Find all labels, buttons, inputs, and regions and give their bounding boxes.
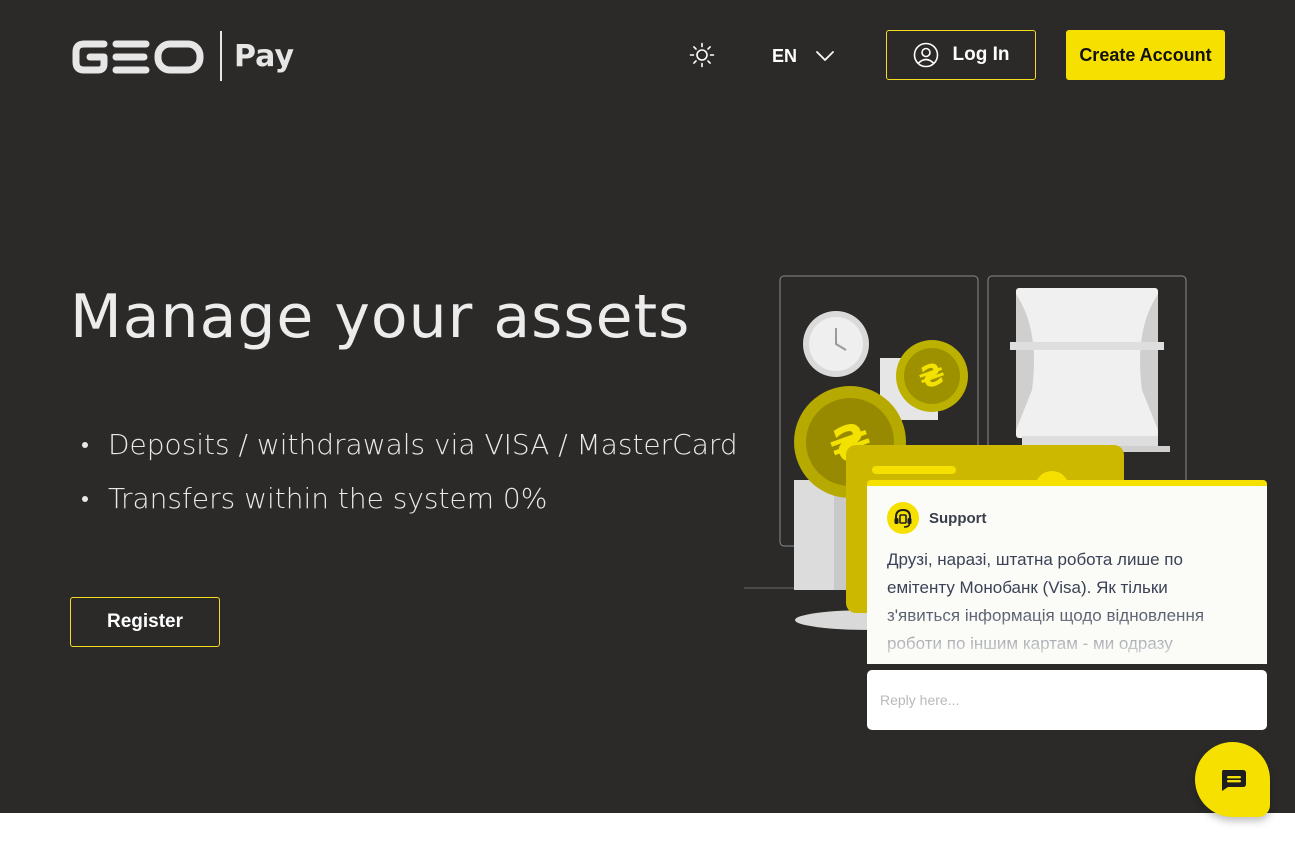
feature-item: Transfers within the system 0% — [82, 472, 738, 526]
feature-text: Transfers within the system 0% — [108, 482, 548, 515]
chevron-down-icon — [816, 51, 834, 61]
login-label: Log In — [952, 44, 1010, 65]
headset-icon — [894, 508, 912, 528]
chat-reply-input[interactable] — [880, 692, 1250, 708]
chat-agent-name: Support — [929, 509, 987, 527]
support-chat-card[interactable]: Support Друзі, наразі, штатна робота лиш… — [867, 480, 1267, 664]
login-button[interactable]: Log In — [886, 30, 1036, 80]
logo-divider — [220, 31, 222, 81]
sun-icon — [689, 42, 715, 68]
create-account-button[interactable]: Create Account — [1066, 30, 1225, 80]
logo-product-name: Pay — [234, 38, 295, 74]
bullet-icon — [82, 442, 88, 448]
feature-item: Deposits / withdrawals via VISA / Master… — [82, 418, 738, 472]
logo-wordmark — [72, 40, 204, 74]
register-button[interactable]: Register — [70, 597, 220, 647]
chat-fade-overlay — [867, 604, 1267, 664]
user-icon — [913, 42, 938, 68]
hero-section: Pay EN Log In Create Account Manage your… — [0, 0, 1295, 813]
feature-list: Deposits / withdrawals via VISA / Master… — [82, 418, 738, 526]
chat-reply-box[interactable] — [867, 670, 1267, 730]
logo-geo-mark — [70, 34, 206, 78]
theme-toggle-button[interactable] — [688, 41, 716, 69]
bullet-icon — [82, 496, 88, 502]
feature-text: Deposits / withdrawals via VISA / Master… — [108, 428, 738, 461]
hero-title: Manage your assets — [70, 282, 691, 352]
chat-bubble-icon — [1221, 769, 1246, 791]
chat-avatar — [887, 502, 919, 534]
language-selector[interactable]: EN — [772, 40, 835, 72]
site-logo[interactable]: Pay — [70, 30, 294, 82]
language-label: EN — [772, 45, 798, 66]
chat-launcher-button[interactable] — [1195, 742, 1270, 817]
chat-header: Support — [887, 502, 987, 534]
